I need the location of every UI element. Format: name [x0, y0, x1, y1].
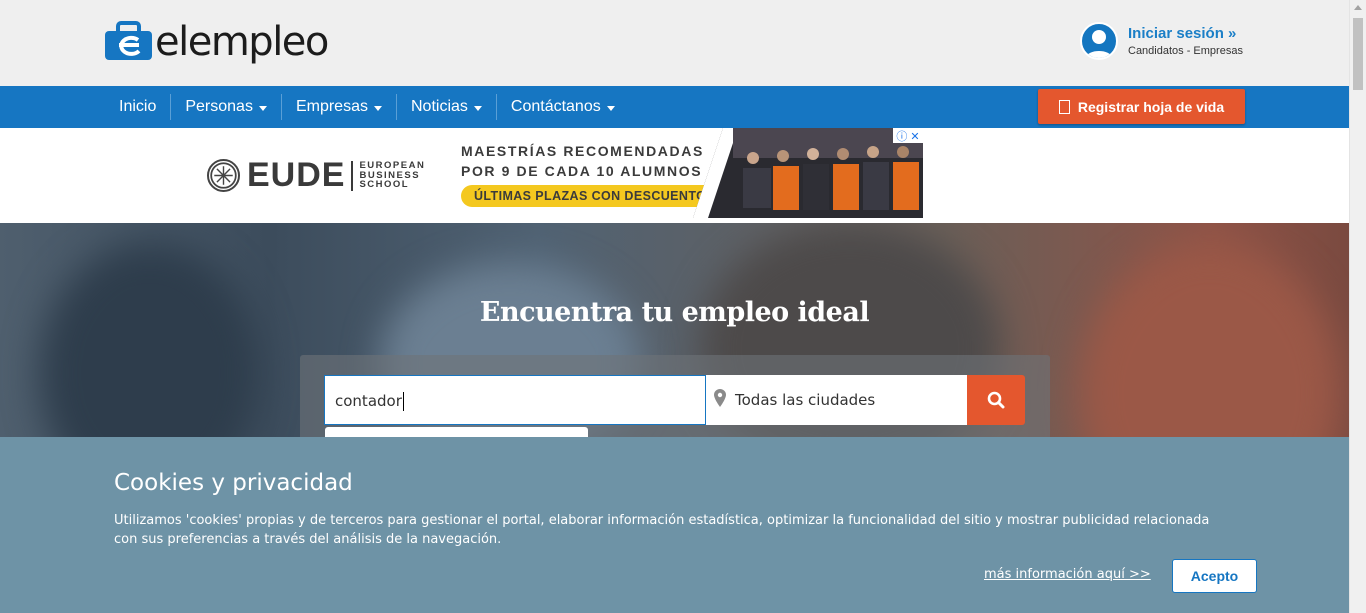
- ad-cta-pill: ÚLTIMAS PLAZAS CON DESCUENTO: [461, 185, 720, 207]
- register-cv-label: Registrar hoja de vida: [1077, 98, 1225, 115]
- page-scrollbar[interactable]: [1349, 0, 1366, 613]
- cookie-text: Utilizamos 'cookies' propias y de tercer…: [114, 513, 1210, 547]
- caret-down-icon: [606, 105, 615, 111]
- hero-title: Encuentra tu empleo ideal: [479, 297, 870, 328]
- caret-down-icon: [258, 105, 267, 111]
- scrollbar-thumb[interactable]: [1353, 18, 1363, 90]
- ad-headline-2: POR 9 DE CADA 10 ALUMNOS: [461, 163, 703, 179]
- register-cv-button[interactable]: Registrar hoja de vida: [1038, 89, 1245, 124]
- nav-item-inicio[interactable]: Inicio: [105, 94, 170, 120]
- cookie-banner: Cookies y privacidad Utilizamos 'cookies…: [0, 437, 1349, 613]
- ad-area: EUDE EUROPEAN BUSINESS SCHOOL MAESTRÍAS …: [0, 128, 1349, 223]
- main-nav: Inicio Personas Empresas Noticias Contác…: [0, 86, 1349, 128]
- nav-item-noticias[interactable]: Noticias: [395, 94, 496, 120]
- search-icon: [987, 391, 1005, 409]
- job-search-input[interactable]: contador: [324, 375, 706, 425]
- user-avatar-icon[interactable]: [1080, 22, 1118, 60]
- nav-item-label: Inicio: [119, 98, 157, 115]
- briefcase-logo-icon: [105, 21, 152, 60]
- ad-copy: MAESTRÍAS RECOMENDADAS POR 9 DE CADA 10 …: [461, 141, 720, 207]
- eude-emblem-icon: [207, 159, 240, 192]
- login-area[interactable]: Iniciar sesión » Candidatos - Empresas: [1080, 22, 1243, 60]
- login-link[interactable]: Iniciar sesión »: [1128, 25, 1243, 42]
- nav-item-label: Empresas: [295, 98, 368, 115]
- nav-item-contactanos[interactable]: Contáctanos: [495, 94, 629, 120]
- ad-banner[interactable]: EUDE EUROPEAN BUSINESS SCHOOL MAESTRÍAS …: [195, 128, 923, 218]
- cookie-accept-button[interactable]: Acepto: [1172, 559, 1257, 593]
- caret-down-icon: [473, 105, 482, 111]
- map-pin-icon: [714, 389, 726, 407]
- nav-item-label: Personas: [185, 98, 253, 115]
- scroll-up-arrow-icon[interactable]: [1354, 5, 1362, 10]
- eude-school-line: SCHOOL: [359, 179, 410, 191]
- cookie-title: Cookies y privacidad: [114, 470, 353, 496]
- nav-item-empresas[interactable]: Empresas: [280, 94, 396, 120]
- ad-headline-1: MAESTRÍAS RECOMENDADAS: [461, 143, 704, 159]
- login-subtitle: Candidatos - Empresas: [1128, 45, 1243, 57]
- ad-choices-icon[interactable]: ⓘ ✕: [893, 128, 923, 143]
- eude-separator: [351, 160, 354, 191]
- site-header: elempleo Iniciar sesión » Candidatos - E…: [0, 0, 1349, 86]
- page: elempleo Iniciar sesión » Candidatos - E…: [0, 0, 1349, 613]
- city-select[interactable]: Todas las ciudades: [706, 375, 967, 425]
- nav-item-label: Noticias: [410, 98, 468, 115]
- document-icon: [1058, 99, 1070, 114]
- site-logo[interactable]: elempleo: [105, 17, 329, 65]
- eude-brand: EUDE: [247, 156, 346, 194]
- nav-item-label: Contáctanos: [510, 98, 601, 115]
- ad-graduates-image: [693, 128, 923, 218]
- city-select-value: Todas las ciudades: [735, 391, 876, 409]
- nav-item-personas[interactable]: Personas: [170, 94, 281, 120]
- eude-logo: EUDE EUROPEAN BUSINESS SCHOOL: [207, 156, 425, 195]
- cookie-more-info-link[interactable]: más información aquí >>: [984, 567, 1151, 582]
- text-cursor: [402, 392, 404, 411]
- search-input-value: contador: [335, 392, 402, 410]
- search-button[interactable]: [967, 375, 1025, 425]
- caret-down-icon: [373, 105, 382, 111]
- logo-text: elempleo: [155, 19, 329, 65]
